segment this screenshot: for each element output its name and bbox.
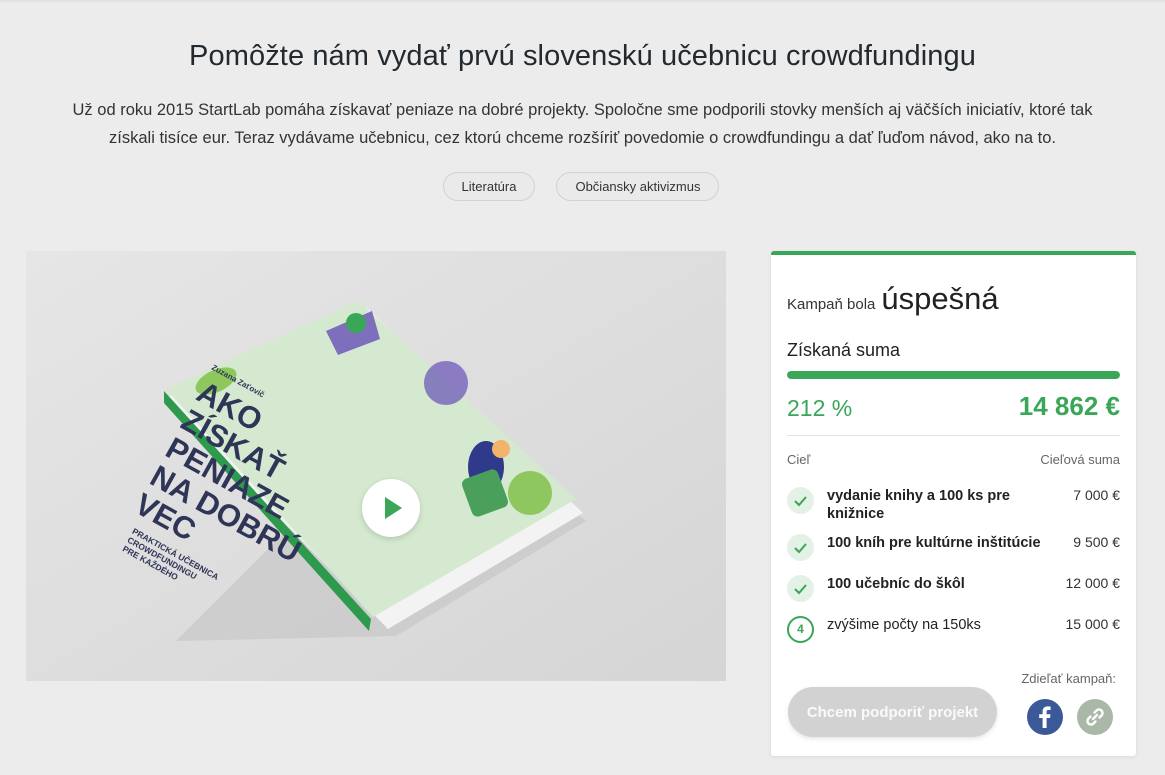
goal-row: 100 učebníc do škôl 12 000 € [787,575,1120,611]
tag-obciansky-aktivizmus[interactable]: Občiansky aktivizmus [556,172,720,201]
facebook-icon[interactable] [1027,699,1063,735]
play-icon [385,497,402,519]
campaign-card: Kampaň bola úspešná Získaná suma 212 % 1… [771,251,1136,756]
status-prefix: Kampaň bola [787,296,876,313]
tag-literatura[interactable]: Literatúra [442,172,536,201]
goal-value: 7 000 € [1073,487,1120,503]
project-video[interactable]: Zuzana Zaťovič AKO ZÍSKAŤ PENIAZE NA DOB… [26,251,726,681]
goal-text: vydanie knihy a 100 ks pre knižnice [827,488,1010,522]
project-description: Už od roku 2015 StartLab pomáha získavať… [72,101,1093,147]
play-button[interactable] [362,479,420,537]
page-title: Pomôžte nám vydať prvú slovenskú učebnic… [189,40,976,72]
goal-text: 100 kníh pre kultúrne inštitúcie [827,535,1041,551]
divider [787,435,1120,436]
goal-row: vydanie knihy a 100 ks pre knižnice 7 00… [787,487,1120,523]
book-cover-image: Zuzana Zaťovič AKO ZÍSKAŤ PENIAZE NA DOB… [26,251,726,681]
goal-value: 9 500 € [1073,534,1120,550]
funding-percent: 212 % [787,395,853,421]
goal-number-badge: 4 [787,616,814,643]
raised-amount: 14 862 € [1018,391,1120,421]
check-icon [787,575,814,602]
goal-text: zvýšime počty na 150ks [827,617,981,633]
check-icon [787,487,814,514]
goal-value: 12 000 € [1065,575,1121,591]
page: Pomôžte nám vydať prvú slovenskú učebnic… [0,0,1165,775]
goal-row: 100 kníh pre kultúrne inštitúcie 9 500 € [787,534,1120,570]
goal-column-header: Cieľ [787,452,811,467]
goal-text: 100 učebníc do škôl [827,576,965,592]
top-divider [0,0,1165,2]
progress-fill [787,371,1120,379]
campaign-status: Kampaň bola úspešná [787,281,999,317]
tag-list: Literatúra Občiansky aktivizmus [0,172,1165,201]
share-label: Zdieľať kampaň: [1021,671,1116,686]
funding-progress-bar [787,371,1120,379]
goal-row: 4 zvýšime počty na 150ks 15 000 € [787,616,1120,652]
raised-label: Získaná suma [787,340,901,360]
target-column-header: Cieľová suma [1040,452,1120,467]
goal-value: 15 000 € [1065,616,1121,632]
status-word: úspešná [881,281,999,316]
support-project-button[interactable]: Chcem podporiť projekt [788,687,997,737]
check-icon [787,534,814,561]
link-icon[interactable] [1077,699,1113,735]
